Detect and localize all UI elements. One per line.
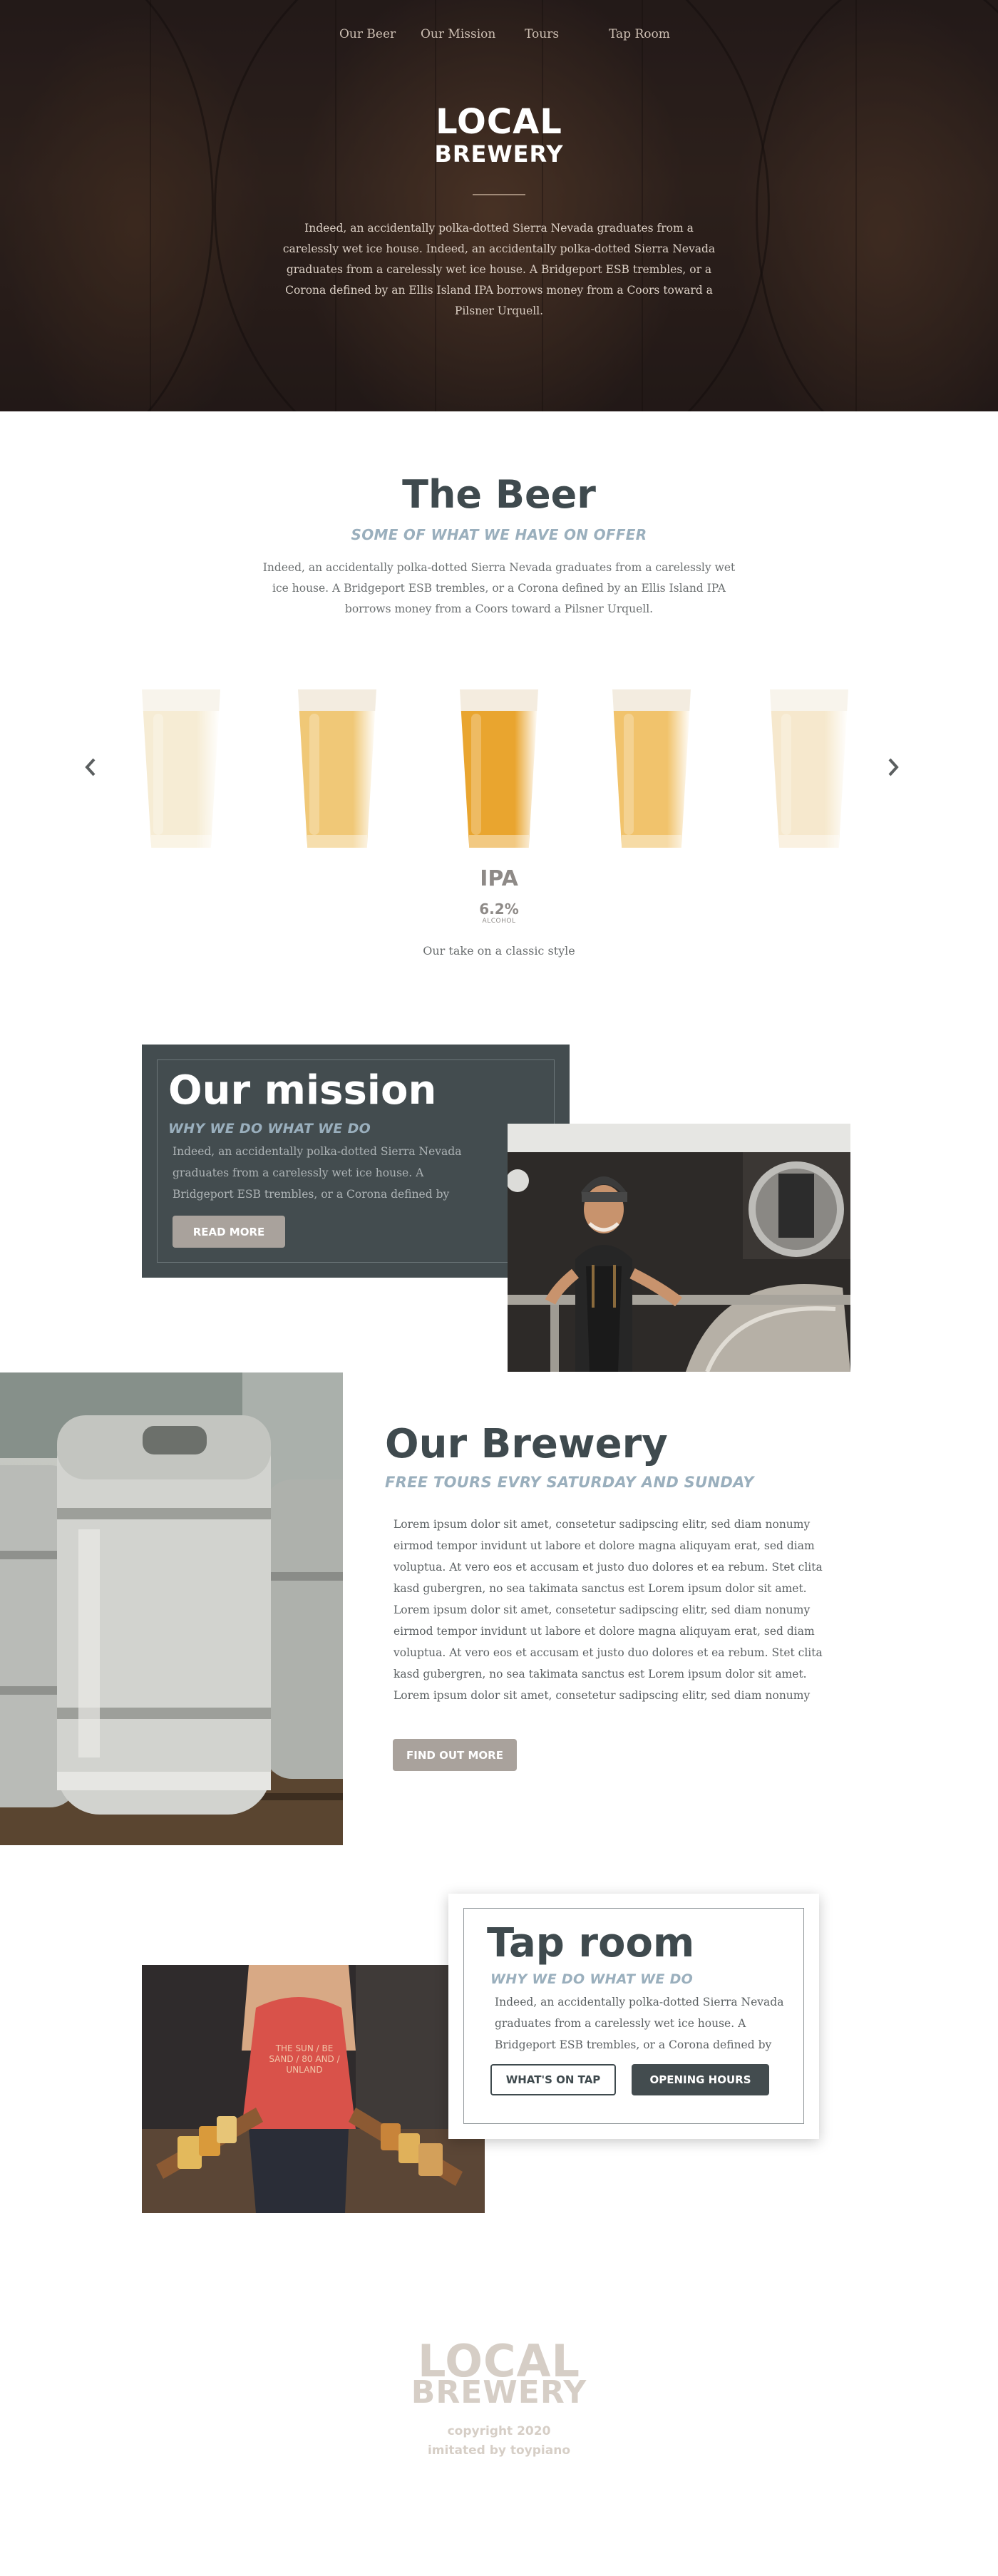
selected-beer-abv: 6.2% bbox=[479, 900, 519, 918]
taproom-photo: THE SUN / BE SAND / 80 AND / UNLAND bbox=[142, 1965, 485, 2213]
mission-text: Indeed, an accidentally polka-dotted Sie… bbox=[173, 1145, 462, 1201]
taproom-subtitle: WHY WE DO WHAT WE DO bbox=[490, 1971, 694, 1987]
beer-glass[interactable] bbox=[612, 689, 691, 848]
brewer-illustration bbox=[508, 1124, 850, 1372]
shirt-print: THE SUN / BE SAND / 80 AND / UNLAND bbox=[269, 2043, 340, 2075]
beer-section-text: Indeed, an accidentally polka-dotted Sie… bbox=[262, 561, 736, 615]
footer-copyright: copyright 2020 bbox=[447, 2424, 551, 2438]
beer-foam bbox=[612, 689, 691, 711]
beer-foam bbox=[142, 689, 220, 711]
beer-foam bbox=[770, 689, 848, 711]
glass-shine bbox=[309, 714, 319, 835]
hero-logo-line1: LOCAL bbox=[436, 102, 562, 142]
glass-shine bbox=[471, 714, 481, 835]
nav-link-our-beer[interactable]: Our Beer bbox=[339, 27, 396, 41]
glass-base bbox=[151, 835, 211, 848]
selected-beer-abv-label: ALCOHOL bbox=[482, 918, 516, 925]
selected-beer-name: IPA bbox=[480, 866, 518, 891]
mission-subtitle: WHY WE DO WHAT WE DO bbox=[168, 1121, 371, 1136]
beer-glass-selected[interactable] bbox=[460, 689, 538, 848]
brewery-text: Lorem ipsum dolor sit amet, consetetur s… bbox=[393, 1518, 823, 1702]
brewery-subtitle: FREE TOURS EVRY SATURDAY AND SUNDAY bbox=[385, 1474, 754, 1491]
chevron-left-icon bbox=[85, 758, 96, 776]
brewery-title: Our Brewery bbox=[385, 1421, 668, 1467]
glass-shine bbox=[624, 714, 634, 835]
chevron-right-icon bbox=[888, 758, 899, 776]
beer-section-title: The Beer bbox=[402, 472, 596, 517]
beer-glass[interactable] bbox=[298, 689, 376, 848]
carousel-next-button[interactable] bbox=[879, 753, 907, 781]
read-more-button[interactable]: READ MORE bbox=[173, 1216, 285, 1248]
beer-foam bbox=[298, 689, 376, 711]
kegs-photo bbox=[0, 1372, 343, 1845]
main-nav: Our Beer Our Mission Tours Tap Room bbox=[0, 27, 998, 48]
footer-credit: imitated by toypiano bbox=[427, 2443, 570, 2458]
hero-divider bbox=[473, 194, 525, 195]
taproom-text: Indeed, an accidentally polka-dotted Sie… bbox=[495, 1996, 784, 2051]
mission-title: Our mission bbox=[168, 1067, 437, 1114]
carousel-prev-button[interactable] bbox=[76, 753, 105, 781]
glass-base bbox=[779, 835, 839, 848]
kegs-illustration bbox=[0, 1372, 343, 1845]
selected-beer-description: Our take on a classic style bbox=[423, 944, 575, 958]
beer-foam bbox=[460, 689, 538, 711]
whats-on-tap-button[interactable]: WHAT'S ON TAP bbox=[490, 2064, 616, 2095]
taproom-illustration bbox=[142, 1965, 485, 2213]
beer-glass[interactable] bbox=[142, 689, 220, 848]
glass-shine bbox=[781, 714, 791, 835]
brewer-photo bbox=[508, 1124, 850, 1372]
opening-hours-button[interactable]: OPENING HOURS bbox=[632, 2064, 769, 2095]
hero-section: Our Beer Our Mission Tours Tap Room LOCA… bbox=[0, 0, 998, 411]
hero-logo-line2: BREWERY bbox=[434, 140, 564, 168]
beer-section-subtitle: SOME OF WHAT WE HAVE ON OFFER bbox=[351, 526, 647, 543]
hero-text: Indeed, an accidentally polka-dotted Sie… bbox=[282, 222, 716, 317]
nav-link-our-mission[interactable]: Our Mission bbox=[421, 27, 495, 41]
glass-base bbox=[307, 835, 367, 848]
taproom-title: Tap room bbox=[487, 1920, 695, 1966]
nav-link-tours[interactable]: Tours bbox=[525, 27, 559, 41]
find-out-more-button[interactable]: FIND OUT MORE bbox=[393, 1739, 517, 1771]
nav-link-tap-room[interactable]: Tap Room bbox=[609, 27, 670, 41]
glass-base bbox=[622, 835, 681, 848]
beer-glass[interactable] bbox=[770, 689, 848, 848]
glass-shine bbox=[153, 714, 163, 835]
footer-logo-line2: BREWERY bbox=[411, 2374, 587, 2411]
glass-base bbox=[469, 835, 529, 848]
